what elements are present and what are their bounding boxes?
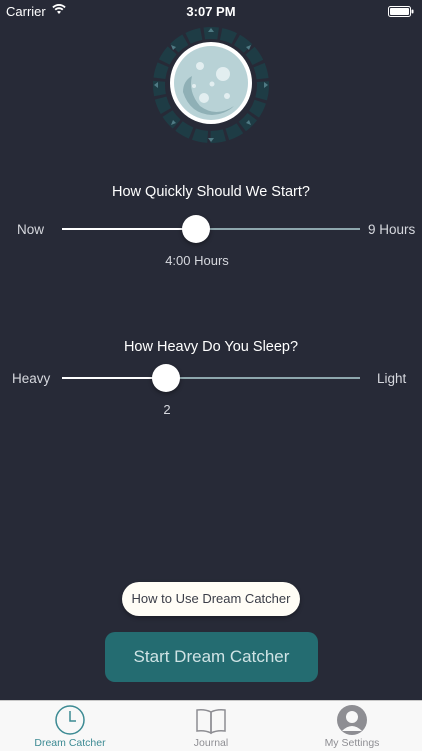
how-to-use-button[interactable]: How to Use Dream Catcher — [122, 582, 300, 616]
profile-icon — [336, 704, 368, 736]
moon-icon — [152, 26, 270, 144]
start-delay-min-label: Now — [17, 222, 45, 237]
slider-fill — [62, 228, 197, 230]
sleep-depth-slider[interactable] — [62, 363, 360, 393]
slider-fill — [62, 377, 167, 379]
tab-dream-catcher[interactable]: Dream Catcher — [0, 701, 140, 751]
sleep-depth-max-label: Light — [377, 371, 407, 386]
start-delay-slider[interactable] — [62, 214, 360, 244]
tab-journal[interactable]: Journal — [141, 701, 281, 751]
sleep-depth-value: 2 — [163, 402, 171, 417]
book-icon — [195, 704, 227, 736]
start-dream-catcher-button[interactable]: Start Dream Catcher — [105, 632, 318, 682]
tab-bar: Dream Catcher Journal My Settings — [0, 700, 422, 751]
tab-label: My Settings — [324, 737, 380, 749]
battery-icon — [388, 5, 414, 20]
sleep-depth-min-label: Heavy — [12, 371, 51, 386]
slider-thumb[interactable] — [152, 364, 181, 392]
start-delay-max-label: 9 Hours — [368, 222, 416, 237]
tab-label: Journal — [193, 737, 229, 749]
sleep-depth-title: How Heavy Do You Sleep? — [123, 339, 299, 355]
status-time: 3:07 PM — [186, 4, 236, 19]
status-bar: Carrier 3:07 PM — [0, 0, 422, 22]
tab-my-settings[interactable]: My Settings — [282, 701, 422, 751]
slider-thumb[interactable] — [182, 215, 211, 243]
clock-icon — [54, 704, 86, 736]
start-delay-title: How Quickly Should We Start? — [112, 184, 310, 200]
tab-label: Dream Catcher — [34, 737, 106, 749]
start-delay-value: 4:00 Hours — [165, 253, 229, 268]
